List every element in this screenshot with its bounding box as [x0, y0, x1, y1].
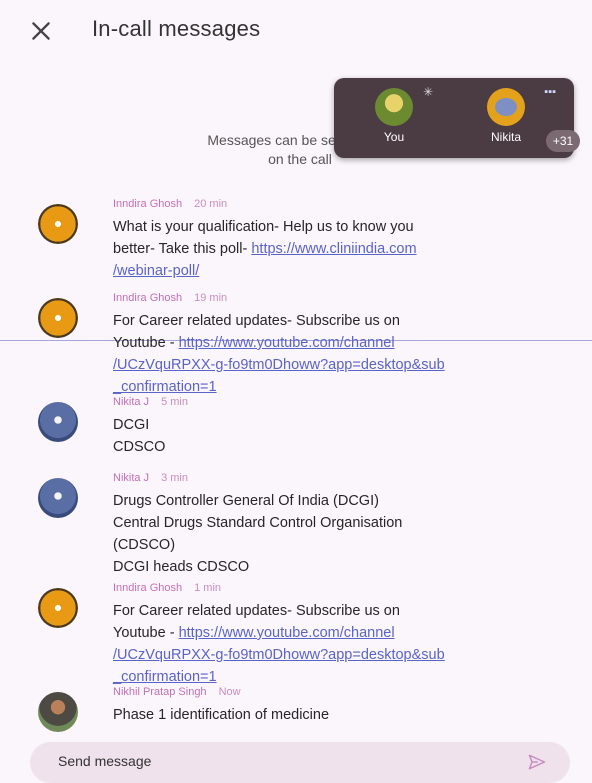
message-input[interactable] — [58, 753, 478, 769]
message-body: DCGI CDSCO — [113, 414, 563, 458]
audio-level-icon: ▪▪▪ — [544, 86, 556, 98]
message-text: Phase 1 identification of medicine — [113, 707, 330, 723]
participant-tile-nikita[interactable]: Nikita — [456, 88, 556, 144]
message-line: Central Drugs Standard Control Organisat… — [113, 512, 563, 534]
picture-in-picture-participants[interactable]: You ✳ Nikita ▪▪▪ +31 — [334, 78, 580, 158]
message-body: Phase 1 identification of medicine — [113, 704, 563, 726]
avatar — [38, 402, 78, 442]
message-body: For Career related updates- Subscribe us… — [113, 600, 563, 688]
message-line: For Career related updates- Subscribe us… — [113, 600, 563, 622]
message-text: better- Take this poll- — [113, 241, 252, 257]
avatar — [38, 204, 78, 244]
page-title: In-call messages — [92, 16, 261, 41]
message-text: Youtube - — [113, 625, 179, 641]
message-line: DCGI — [113, 414, 563, 436]
message-text: For Career related updates- Subscribe us… — [113, 603, 400, 619]
message-line: For Career related updates- Subscribe us… — [113, 310, 563, 332]
avatar — [38, 298, 78, 338]
message-meta: Inndira Ghosh 19 min — [113, 292, 227, 304]
message-author: Nikhil Pratap Singh — [113, 686, 207, 698]
message-meta: Nikhil Pratap Singh Now — [113, 686, 241, 698]
message-text: For Career related updates- Subscribe us… — [113, 313, 400, 329]
message-text: CDSCO — [113, 439, 166, 455]
message-line: /UCzVquRPXX-g-fo9tm0Dhoww?app=desktop&su… — [113, 644, 563, 666]
message-link[interactable]: https://www.youtube.com/channel — [179, 625, 395, 641]
message-composer — [30, 742, 570, 783]
message-time: 5 min — [161, 396, 188, 408]
message-link[interactable]: /UCzVquRPXX-g-fo9tm0Dhoww?app=desktop&su… — [113, 647, 445, 663]
message-line: _confirmation=1 — [113, 666, 563, 688]
top-bar: In-call messages — [0, 0, 592, 70]
message-time: 20 min — [194, 198, 228, 210]
message-meta: Inndira Ghosh 1 min — [113, 582, 221, 594]
message-author: Inndira Ghosh — [113, 198, 183, 210]
message-line: _confirmation=1 — [113, 376, 563, 398]
message-body: What is your qualification- Help us to k… — [113, 216, 563, 282]
message-time: Now — [218, 686, 241, 698]
message-author: Inndira Ghosh — [113, 582, 183, 594]
message-line: DCGI heads CDSCO — [113, 556, 563, 578]
message-line: Phase 1 identification of medicine — [113, 704, 563, 726]
message-time: 1 min — [194, 582, 222, 594]
more-participants-badge[interactable]: +31 — [546, 130, 580, 152]
message-link[interactable]: _confirmation=1 — [113, 669, 217, 685]
message-text: DCGI heads CDSCO — [113, 559, 250, 575]
message-time: 3 min — [161, 472, 188, 484]
send-icon[interactable] — [526, 752, 548, 772]
message-link[interactable]: /webinar-poll/ — [113, 263, 199, 279]
avatar — [38, 478, 78, 518]
message-author: Nikita J — [113, 472, 150, 484]
message-line: Youtube - https://www.youtube.com/channe… — [113, 332, 563, 354]
message-text: Youtube - — [113, 335, 179, 351]
message-text: Central Drugs Standard Control Organisat… — [113, 515, 403, 531]
message-meta: Nikita J 3 min — [113, 472, 188, 484]
participant-name: Nikita — [490, 130, 521, 144]
message-line: better- Take this poll- https://www.clin… — [113, 238, 563, 260]
avatar — [38, 692, 78, 732]
message-meta: Nikita J 5 min — [113, 396, 188, 408]
message-link[interactable]: _confirmation=1 — [113, 379, 217, 395]
message-body: For Career related updates- Subscribe us… — [113, 310, 563, 398]
avatar — [38, 588, 78, 628]
message-line: What is your qualification- Help us to k… — [113, 216, 563, 238]
message-line: Drugs Controller General Of India (DCGI) — [113, 490, 563, 512]
message-author: Nikita J — [113, 396, 150, 408]
avatar — [375, 88, 413, 126]
close-icon[interactable] — [28, 18, 54, 44]
message-author: Inndira Ghosh — [113, 292, 183, 304]
message-text: (CDSCO) — [113, 537, 176, 553]
message-link[interactable]: https://www.youtube.com/channel — [179, 335, 395, 351]
message-link[interactable]: /UCzVquRPXX-g-fo9tm0Dhoww?app=desktop&su… — [113, 357, 445, 373]
message-line: Youtube - https://www.youtube.com/channe… — [113, 622, 563, 644]
message-link[interactable]: https://www.cliniindia.com — [251, 241, 416, 257]
mic-off-icon: ✳ — [422, 85, 434, 99]
message-line: (CDSCO) — [113, 534, 563, 556]
avatar — [487, 88, 525, 126]
message-text: Drugs Controller General Of India (DCGI) — [113, 493, 379, 509]
message-time: 19 min — [194, 292, 228, 304]
message-line: CDSCO — [113, 436, 563, 458]
message-text: DCGI — [113, 417, 150, 433]
message-line: /webinar-poll/ — [113, 260, 563, 282]
message-text: What is your qualification- Help us to k… — [113, 219, 414, 235]
participant-name: You — [383, 130, 405, 144]
message-line: /UCzVquRPXX-g-fo9tm0Dhoww?app=desktop&su… — [113, 354, 563, 376]
message-meta: Inndira Ghosh 20 min — [113, 198, 227, 210]
message-body: Drugs Controller General Of India (DCGI)… — [113, 490, 563, 578]
